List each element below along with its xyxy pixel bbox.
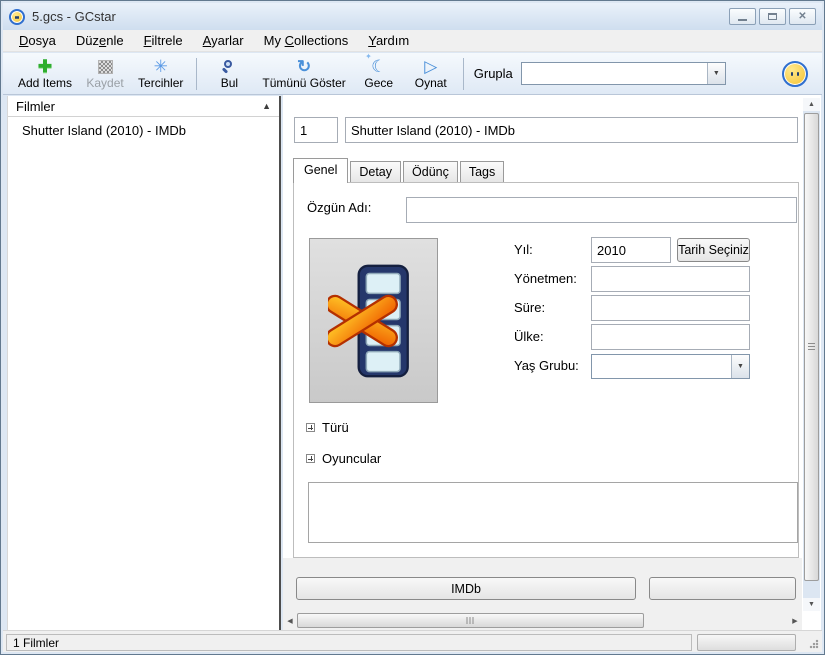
app-window: 5.gcs - GCstar ✕ Dosya Düzenle Filtrele … [0,0,825,655]
night-mode-button[interactable]: ☾✦ Gece [353,55,405,93]
toolbar: ✚ Add Items Kaydet ✳ Tercihler Bul ↻ Tüm… [3,53,822,95]
group-by-value [522,63,707,84]
group-by-combobox[interactable]: ▼ [521,62,726,85]
statusbar: 1 Filmler [3,630,822,652]
close-icon: ✕ [798,12,806,22]
menu-yardim[interactable]: Yardım [358,31,419,50]
app-logo-icon [9,9,25,25]
vertical-scrollbar-thumb[interactable] [804,113,819,581]
actors-expander[interactable]: Oyuncular [306,451,381,466]
list-header-label: Filmler [16,99,55,114]
age-rating-label: Yaş Grubu: [514,358,579,373]
scroll-left-icon[interactable]: ◀ [283,612,297,630]
maximize-icon [768,13,777,20]
secondary-fetch-button[interactable] [649,577,796,600]
expand-plus-icon [306,423,315,432]
show-all-button[interactable]: ↻ Tümünü Göster [255,55,352,93]
comment-textarea[interactable] [308,482,798,543]
age-rating-combobox[interactable]: ▼ [591,354,750,379]
chevron-down-icon[interactable]: ▼ [707,63,725,84]
item-title-field[interactable] [345,117,798,143]
tab-detay[interactable]: Detay [350,161,401,182]
country-label: Ülke: [514,329,544,344]
add-items-button[interactable]: ✚ Add Items [11,55,79,93]
tab-odunc[interactable]: Ödünç [403,161,458,182]
age-rating-value [592,355,731,378]
save-icon [98,57,113,76]
panel-splitter[interactable] [279,96,281,631]
footer-band: IMDb [283,558,802,612]
collection-list-panel: Filmler ▲ Shutter Island (2010) - IMDb [7,96,279,631]
tab-tags[interactable]: Tags [460,161,504,182]
night-moon-icon: ☾✦ [371,57,386,76]
director-label: Yönetmen: [514,271,577,286]
tab-genel[interactable]: Genel [293,158,348,183]
find-button[interactable]: Bul [203,55,255,93]
group-by-label: Grupla [474,66,513,81]
menu-filtrele[interactable]: Filtrele [134,31,193,50]
detail-tabs: Genel Detay Ödünç Tags [293,157,506,182]
duration-field[interactable] [591,295,750,321]
minimize-icon [738,19,747,21]
year-label: Yıl: [514,242,533,257]
scroll-right-icon[interactable]: ▶ [788,612,802,630]
close-button[interactable]: ✕ [789,8,816,25]
chevron-down-icon[interactable]: ▼ [731,355,749,378]
country-field[interactable] [591,324,750,350]
minimize-button[interactable] [729,8,756,25]
date-picker-button[interactable]: Tarih Seçiniz [677,238,750,262]
toolbar-separator [196,58,197,90]
menu-dosya[interactable]: Dosya [9,31,66,50]
window-title: 5.gcs - GCstar [32,9,116,24]
save-button: Kaydet [79,55,131,93]
actors-expander-label: Oyuncular [322,451,381,466]
add-plus-icon: ✚ [38,57,52,76]
genre-expander[interactable]: Türü [306,420,349,435]
original-title-field[interactable] [406,197,797,223]
titlebar: 5.gcs - GCstar ✕ [3,3,822,30]
gcstar-logo-icon [782,61,808,87]
menubar: Dosya Düzenle Filtrele Ayarlar My Collec… [3,30,822,52]
year-field[interactable] [591,237,671,263]
director-field[interactable] [591,266,750,292]
imdb-fetch-button[interactable]: IMDb [296,577,636,600]
scroll-up-icon[interactable]: ▲ [803,98,820,111]
poster-placeholder[interactable] [309,238,438,403]
duration-label: Süre: [514,300,545,315]
resize-grip-icon[interactable] [808,638,820,650]
scroll-down-icon[interactable]: ▼ [803,598,820,611]
detail-panel: Genel Detay Ödünç Tags Özgün Adı: [283,95,821,631]
status-progress-area [697,634,796,651]
vertical-scrollbar[interactable]: ▲ ▼ [803,98,820,611]
play-button[interactable]: ▷ Oynat [405,55,457,93]
horizontal-scrollbar-thumb[interactable] [297,613,644,628]
toolbar-separator [463,58,464,90]
original-title-label: Özgün Adı: [307,200,371,215]
menu-duzenle[interactable]: Düzenle [66,31,134,50]
menu-my-collections[interactable]: My Collections [254,31,359,50]
play-triangle-icon: ▷ [424,57,437,76]
status-text: 1 Filmler [6,634,692,651]
list-item[interactable]: Shutter Island (2010) - IMDb [8,117,279,138]
refresh-arrows-icon: ↻ [297,57,311,76]
preferences-button[interactable]: ✳ Tercihler [131,55,190,93]
no-image-filmstrip-icon [328,259,420,383]
menu-ayarlar[interactable]: Ayarlar [193,31,254,50]
maximize-button[interactable] [759,8,786,25]
genre-expander-label: Türü [322,420,349,435]
horizontal-scrollbar[interactable]: ◀ ▶ [283,612,802,630]
item-index-field[interactable] [294,117,338,143]
sort-ascending-icon: ▲ [262,101,271,111]
preferences-gear-icon: ✳ [154,57,168,76]
list-header[interactable]: Filmler ▲ [8,96,279,117]
expand-plus-icon [306,454,315,463]
search-magnifier-icon [221,57,237,76]
